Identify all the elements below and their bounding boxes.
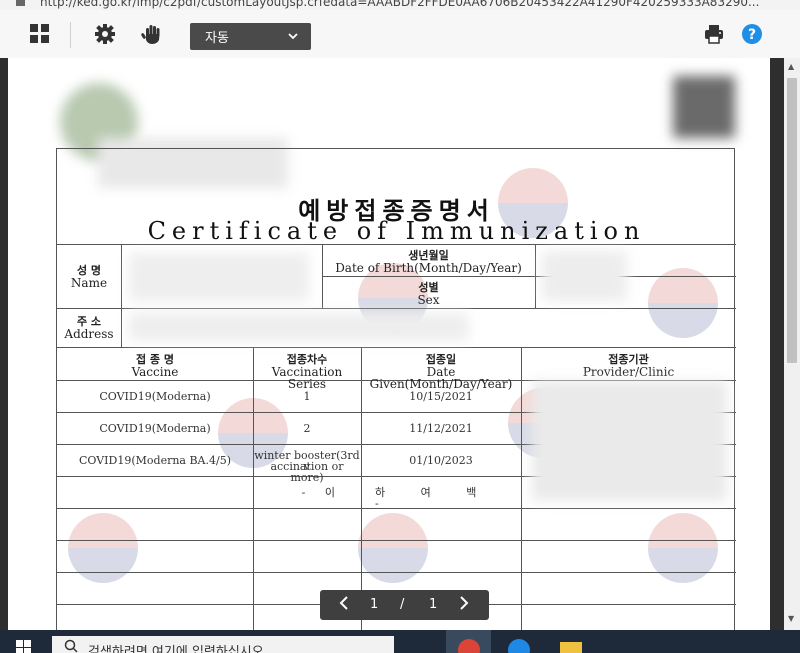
header-vaccine: 접 종 명 Vaccine — [131, 353, 179, 379]
taskbar-search-box[interactable]: 검색하려면 여기에 입력하십시오 — [52, 636, 394, 653]
vaccine-cell: COVID19(Moderna) — [99, 422, 211, 435]
divider — [121, 244, 122, 347]
certificate-frame: 예방접종증명서 Certificate of Immunization 성 명 … — [56, 148, 736, 630]
header-provider: 접종기관 Provider/Clinic — [582, 353, 675, 379]
series-cell: 2 — [303, 422, 311, 435]
printer-icon[interactable] — [702, 22, 726, 46]
taskbar-app-folder[interactable] — [560, 642, 582, 653]
divider — [535, 244, 536, 308]
divider — [57, 572, 736, 573]
next-page-icon[interactable] — [458, 595, 470, 615]
prev-page-icon[interactable] — [338, 595, 350, 615]
date-cell: 11/12/2021 — [409, 422, 473, 435]
vaccine-cell: COVID19(Moderna) — [99, 390, 211, 403]
viewer-gutter-right — [770, 58, 784, 630]
certificate-title-english: Certificate of Immunization — [147, 217, 646, 245]
taskbar-app-chrome[interactable] — [446, 630, 491, 653]
certificate-page: 예방접종증명서 Certificate of Immunization 성 명 … — [8, 58, 770, 630]
qr-code — [673, 76, 735, 138]
date-cell: 10/15/2021 — [409, 390, 473, 403]
chevron-down-icon — [288, 33, 298, 40]
scroll-up-arrow-icon[interactable]: ▲ — [788, 62, 794, 71]
total-pages: 1 — [429, 597, 438, 612]
current-page: 1 — [370, 597, 379, 612]
scroll-down-arrow-icon[interactable]: ▼ — [788, 614, 794, 623]
address-bar[interactable]: http://ked.go.kr/imp/c2pdf/customLayoutJ… — [0, 0, 800, 10]
sex-label: 성별 Sex — [417, 281, 440, 307]
date-cell: 01/10/2023 — [409, 454, 473, 467]
toolbar-divider — [70, 22, 71, 48]
page-info-icon[interactable] — [16, 0, 25, 6]
zoom-value: 자동 — [205, 31, 229, 46]
series-cell: 1 — [303, 390, 311, 403]
address-value-redacted — [129, 313, 469, 341]
windows-start-icon[interactable] — [16, 640, 32, 653]
search-icon — [64, 639, 78, 653]
header-series: 접종차수 Vaccination Series — [271, 353, 343, 391]
page-navigator: 1 / 1 — [320, 590, 489, 620]
page-separator: / — [400, 597, 405, 612]
help-icon[interactable]: ? — [740, 22, 764, 46]
divider — [521, 347, 522, 630]
divider — [57, 244, 736, 245]
taskbar-search-placeholder: 검색하려면 여기에 입력하십시오 — [88, 645, 264, 653]
vaccine-cell: COVID19(Moderna BA.4/5) — [79, 454, 231, 467]
taskbar-app-edge[interactable] — [508, 639, 530, 653]
end-mark-right: 하 여 백 - — [375, 486, 493, 510]
address-label: 주 소 Address — [64, 315, 114, 341]
hand-icon[interactable] — [140, 22, 164, 46]
address-bar-url: http://ked.go.kr/imp/c2pdf/customLayoutJ… — [40, 0, 760, 9]
viewer-toolbar: 자동 ? — [0, 10, 800, 60]
svg-text:?: ? — [748, 27, 756, 43]
dob-label: 생년월일 Date of Birth(Month/Day/Year) — [335, 249, 522, 275]
zoom-dropdown[interactable]: 자동 — [190, 23, 311, 50]
viewer-gutter-left — [0, 58, 8, 630]
header-date: 접종일 Date Given(Month/Day/Year) — [369, 353, 513, 391]
divider — [57, 308, 736, 309]
series-cell-line2: accination or more) — [270, 460, 344, 484]
divider — [322, 276, 736, 277]
provider-value-redacted — [532, 381, 727, 501]
name-value-redacted — [129, 253, 309, 301]
scrollbar-thumb[interactable] — [787, 78, 797, 363]
end-mark-left: - 이 — [301, 486, 343, 499]
divider — [57, 540, 736, 541]
vertical-scrollbar[interactable]: ▲ ▼ — [784, 58, 800, 630]
grid-icon[interactable] — [28, 22, 52, 46]
dob-sex-value-redacted — [542, 251, 627, 301]
name-label: 성 명 Name — [70, 264, 108, 290]
divider — [57, 347, 736, 348]
gear-icon[interactable] — [93, 22, 117, 46]
os-taskbar: 검색하려면 여기에 입력하십시오 — [0, 630, 800, 653]
